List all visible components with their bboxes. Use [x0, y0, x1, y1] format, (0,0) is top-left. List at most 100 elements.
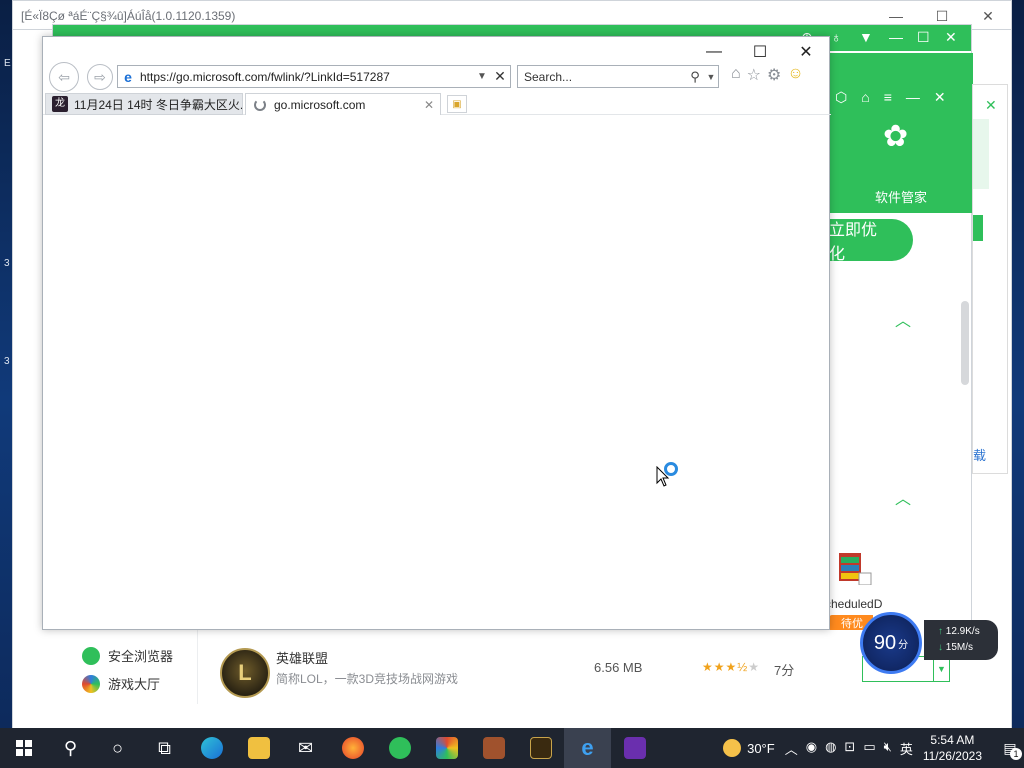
weather-temp: 30°F — [747, 740, 775, 756]
search-input[interactable]: Search... — [524, 70, 686, 84]
app-package-icon — [837, 545, 873, 586]
score-value: 90 — [873, 631, 897, 654]
network-icon[interactable]: ▭ — [863, 739, 875, 758]
address-bar[interactable]: e https://go.microsoft.com/fwlink/?LinkI… — [117, 65, 511, 88]
weather-widget[interactable]: 30°F — [723, 739, 775, 757]
start-button[interactable] — [0, 728, 47, 768]
longwu-app-icon[interactable] — [611, 728, 658, 768]
home-icon[interactable]: ⌂ — [731, 65, 741, 85]
package-app-icon[interactable] — [470, 728, 517, 768]
outer-window-title: [É«Ï8Çø ªáÉ¨Ç§¾û]ÁúÎå(1.0.1120.1359) — [21, 9, 236, 23]
skin-icon[interactable]: ⌂ — [861, 89, 869, 106]
ie-maximize-button[interactable]: ☐ — [737, 37, 783, 67]
file-explorer-icon[interactable] — [235, 728, 282, 768]
forward-arrow-icon[interactable]: ⇨ — [87, 64, 113, 90]
mail-icon[interactable]: ✉ — [282, 728, 329, 768]
side-nav: 安全浏览器 游戏大厅 — [52, 630, 198, 704]
search-box[interactable]: Search... ⚲ ▼ — [517, 65, 719, 88]
nav-item-label: 游戏大厅 — [108, 677, 161, 692]
close-icon[interactable]: ✕ — [934, 89, 946, 106]
tab-row: 龙 11月24日 14时 冬日争霸大区火... go.microsoft.com… — [43, 93, 831, 115]
chevron-up-icon[interactable]: ︿ — [895, 307, 911, 331]
maximize-icon[interactable]: ☐ — [917, 29, 930, 46]
internet-explorer-icon[interactable]: e — [564, 728, 611, 768]
shirt-icon[interactable]: ♁ — [831, 29, 842, 45]
back-arrow-icon[interactable]: ⇦ — [49, 62, 79, 92]
chevron-down-icon[interactable]: ▼ — [704, 72, 718, 82]
record-icon[interactable]: ◉ — [806, 739, 817, 758]
firefox-icon[interactable] — [329, 728, 376, 768]
rating-stars: ★★★½★ — [702, 660, 761, 674]
download-link[interactable]: 载 — [973, 445, 986, 464]
url-text[interactable]: https://go.microsoft.com/fwlink/?LinkId=… — [138, 70, 474, 84]
score-ring: 90 分 — [860, 612, 922, 674]
smiley-feedback-icon[interactable]: ☺ — [787, 65, 803, 85]
game-hall-icon — [82, 674, 100, 693]
speed-widget[interactable]: 90 分 ↑ 12.9K/s ↓ 15M/s — [860, 612, 1000, 674]
desktop-edge-mark: 3 — [4, 356, 10, 367]
close-tab-icon[interactable]: ✕ — [424, 98, 440, 112]
software-manager-icon: ✿ — [883, 120, 909, 153]
game-favicon-icon: 龙 — [52, 96, 68, 112]
nav-item-label: 安全浏览器 — [108, 649, 174, 664]
software-manager-tab[interactable]: ⬡ ⌂ ≡ — ✕ ✿ 软件管家 — [829, 85, 973, 213]
tab-go-microsoft[interactable]: go.microsoft.com ✕ — [245, 93, 441, 115]
windows-logo-icon — [15, 740, 32, 756]
notification-count: 1 — [1010, 748, 1022, 760]
optimize-now-button[interactable]: 立即优化 — [829, 219, 913, 263]
nav-item-browser[interactable]: 安全浏览器 — [82, 646, 173, 665]
clock-date: 11/26/2023 — [922, 749, 982, 763]
tab-game-event[interactable]: 龙 11月24日 14时 冬日争霸大区火... — [45, 93, 243, 115]
loading-spinner-icon — [254, 98, 266, 111]
new-tab-button[interactable]: ▣ — [447, 95, 467, 113]
lol-app-icon: L — [220, 648, 270, 698]
security-icon[interactable]: ◍ — [825, 739, 836, 758]
chevron-down-icon[interactable]: ▼ — [474, 71, 490, 82]
minimize-icon[interactable]: — — [906, 89, 920, 106]
search-icon[interactable]: ⚲ — [686, 69, 704, 85]
panel-strip — [973, 119, 989, 189]
software-list: 安全浏览器 游戏大厅 L 英雄联盟 简称LOL，一款3D竞技场战网游戏 6.56… — [52, 630, 972, 704]
ie-minimize-button[interactable]: — — [691, 37, 737, 67]
search-icon[interactable]: ⚲ — [47, 728, 94, 768]
cortana-icon[interactable]: ○ — [94, 728, 141, 768]
taskbar: ⚲ ○ ⧉ ✉ e 30°F ︿ ◉ ◍ ⊡ ▭ 🔇︎ 英 5:54 AM 11… — [0, 728, 1024, 768]
right-side-panel: ✕ 载 — [972, 84, 1008, 474]
close-icon[interactable]: ✕ — [945, 29, 957, 46]
task-view-icon[interactable]: ⧉ — [141, 728, 188, 768]
clock[interactable]: 5:54 AM 11/26/2023 — [923, 732, 982, 764]
score-unit: 分 — [898, 639, 909, 651]
game-plus-icon[interactable] — [376, 728, 423, 768]
internet-explorer-window: — ☐ ✕ ⇦ ⇨ e https://go.microsoft.com/fwl… — [42, 36, 831, 630]
desktop-edge-mark: E — [4, 58, 11, 69]
busy-indicator-icon — [664, 462, 678, 476]
desktop-edge-mark: 3 — [4, 258, 10, 269]
gear-icon[interactable]: ⚙ — [767, 65, 781, 85]
pinwheel-app-icon[interactable] — [423, 728, 470, 768]
notification-center-icon[interactable]: ▤ 1 — [996, 736, 1024, 760]
ie-page-icon: e — [124, 68, 132, 85]
close-icon[interactable]: ✕ — [985, 97, 997, 114]
tab-title: go.microsoft.com — [274, 97, 366, 112]
scheduled-task-label: cheduledD — [825, 597, 883, 611]
software-manager-subbar — [829, 53, 973, 85]
ie-close-button[interactable]: ✕ — [783, 37, 829, 67]
menu-icon[interactable]: ≡ — [884, 89, 892, 106]
dropdown-icon[interactable]: ▼ — [859, 29, 873, 45]
chevron-up-icon[interactable]: ︿ — [895, 485, 911, 509]
dragon-game-icon[interactable] — [517, 728, 564, 768]
settings-hex-icon[interactable]: ⬡ — [835, 89, 847, 106]
chevron-up-icon[interactable]: ︿ — [785, 739, 798, 758]
app-name: 英雄联盟 — [276, 651, 329, 666]
star-icon[interactable]: ☆ — [747, 65, 761, 85]
scrollbar[interactable] — [961, 301, 969, 385]
panel-green-button[interactable] — [973, 215, 983, 241]
edge-browser-icon[interactable] — [188, 728, 235, 768]
volume-mute-icon[interactable]: 🔇︎ — [884, 739, 892, 758]
nav-item-game-hall[interactable]: 游戏大厅 — [82, 674, 160, 693]
minimize-icon[interactable]: — — [889, 29, 903, 45]
stop-icon[interactable]: ✕ — [490, 68, 510, 85]
language-icon[interactable]: 英 — [900, 739, 913, 758]
system-tray: 30°F ︿ ◉ ◍ ⊡ ▭ 🔇︎ 英 5:54 AM 11/26/2023 ▤… — [723, 728, 1024, 768]
tray-app-icon[interactable]: ⊡ — [844, 739, 855, 758]
